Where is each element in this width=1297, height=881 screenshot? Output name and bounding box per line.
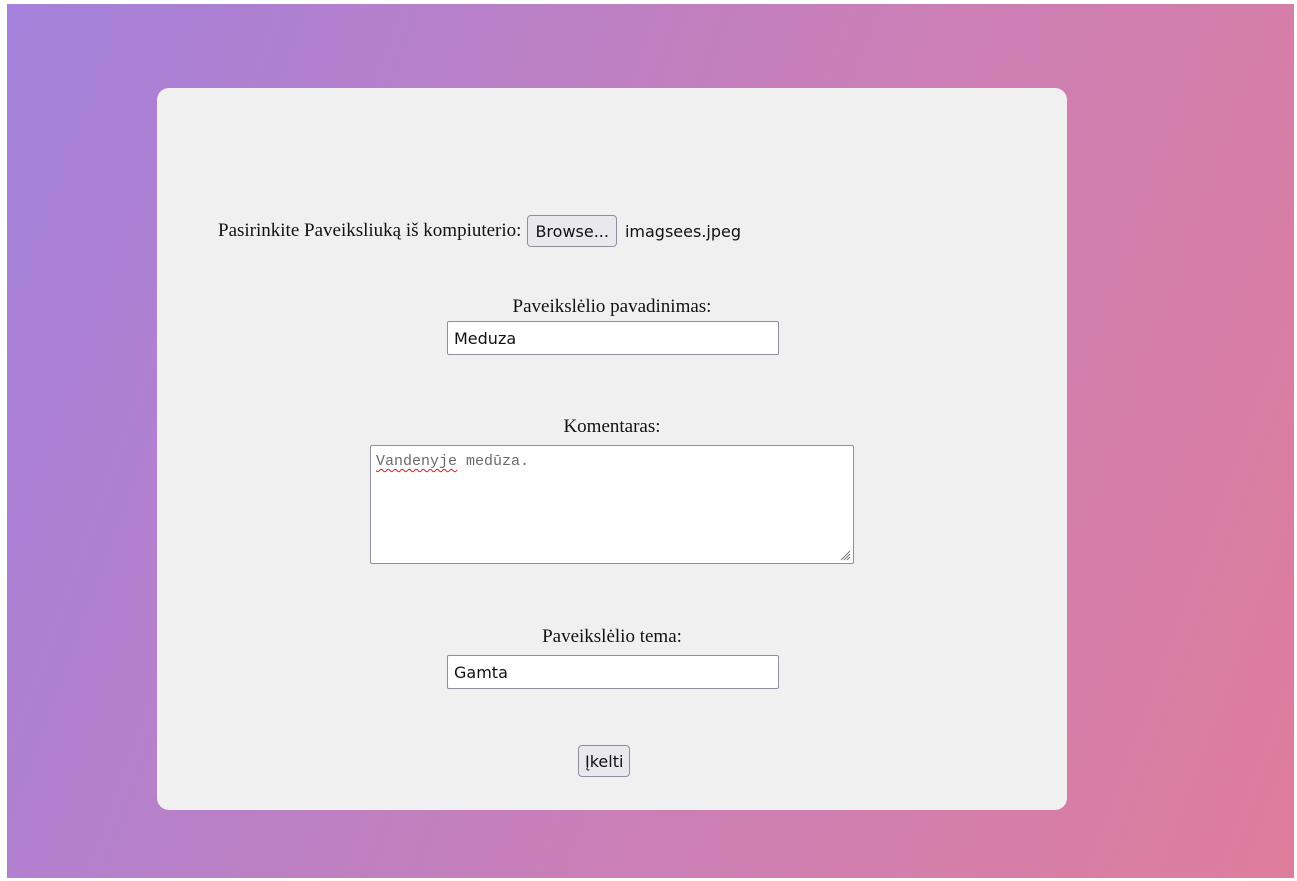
selected-file-name: imagsees.jpeg (624, 221, 742, 241)
resize-grip-icon[interactable] (839, 549, 851, 561)
comment-textarea[interactable]: Vandenyje medūza. (370, 445, 854, 564)
theme-field-label: Paveikslėlio tema: (542, 626, 682, 647)
comment-field-label: Komentaras: (563, 416, 661, 437)
upload-button[interactable]: Įkelti (578, 745, 631, 777)
page-background: Pasirinkite Paveiksliuką iš kompiuterio:… (7, 4, 1294, 878)
browse-button[interactable]: Browse... (527, 215, 617, 247)
theme-input[interactable]: Gamta (447, 655, 779, 689)
comment-text: medūza. (457, 453, 530, 470)
title-field-label: Paveikslėlio pavadinimas: (512, 296, 712, 317)
title-input[interactable]: Meduza (447, 321, 779, 355)
file-picker-row: Pasirinkite Paveiksliuką iš kompiuterio:… (218, 213, 741, 249)
misspelled-word: Vandenyje (376, 453, 458, 470)
upload-form-card: Pasirinkite Paveiksliuką iš kompiuterio:… (157, 88, 1067, 810)
file-picker-label: Pasirinkite Paveiksliuką iš kompiuterio: (218, 220, 522, 241)
